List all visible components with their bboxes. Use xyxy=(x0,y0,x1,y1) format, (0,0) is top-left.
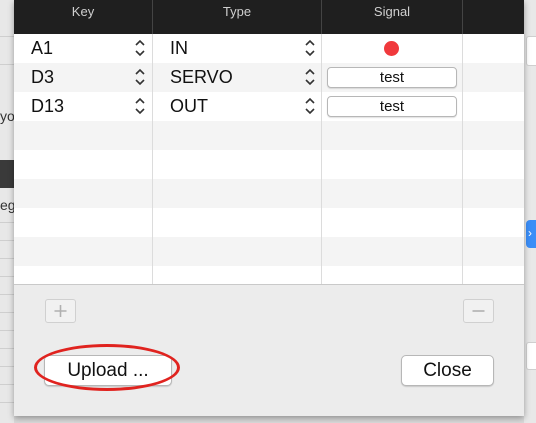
background-dark-bar xyxy=(0,160,14,188)
key-cell: D13 xyxy=(31,96,65,116)
minus-icon xyxy=(472,310,485,312)
key-stepper-icon[interactable] xyxy=(135,38,145,58)
table-row: D3 SERVO test xyxy=(14,63,524,92)
test-signal-button[interactable]: test xyxy=(327,96,457,117)
table-header: Key Type Signal xyxy=(14,0,524,34)
column-header-type[interactable]: Type xyxy=(153,0,321,34)
key-cell: D3 xyxy=(31,67,55,87)
key-stepper-icon[interactable] xyxy=(135,96,145,116)
signal-indicator-dot xyxy=(384,41,399,56)
add-row-button[interactable] xyxy=(45,299,76,323)
type-stepper-icon[interactable] xyxy=(305,38,315,58)
type-cell: IN xyxy=(170,38,188,58)
background-text: eg xyxy=(0,197,14,213)
pin-table: Key Type Signal A1 IN D3 SERVO test D13 … xyxy=(14,0,524,284)
background-text: yo xyxy=(0,108,14,124)
test-signal-button[interactable]: test xyxy=(327,67,457,88)
column-separator xyxy=(152,34,153,284)
column-header-signal[interactable]: Signal xyxy=(322,0,462,34)
type-stepper-icon[interactable] xyxy=(305,96,315,116)
background-blue-button: › xyxy=(526,220,536,248)
column-separator xyxy=(321,34,322,284)
type-cell: SERVO xyxy=(170,67,233,87)
highlight-annotation xyxy=(34,344,180,391)
empty-row xyxy=(14,266,524,284)
type-stepper-icon[interactable] xyxy=(305,67,315,87)
remove-row-button[interactable] xyxy=(463,299,494,323)
type-cell: OUT xyxy=(170,96,208,116)
pin-config-dialog: Key Type Signal A1 IN D3 SERVO test D13 … xyxy=(14,0,524,416)
empty-row xyxy=(14,237,524,266)
key-stepper-icon[interactable] xyxy=(135,67,145,87)
plus-icon xyxy=(54,305,67,317)
divider xyxy=(14,284,524,285)
column-separator xyxy=(462,0,463,34)
chevron-icon: › xyxy=(528,226,532,240)
empty-row xyxy=(14,179,524,208)
background-field xyxy=(526,342,536,370)
close-button[interactable]: Close xyxy=(401,355,494,386)
empty-row xyxy=(14,121,524,150)
table-row: A1 IN xyxy=(14,34,524,63)
column-header-key[interactable]: Key xyxy=(14,0,152,34)
key-cell: A1 xyxy=(31,38,54,58)
column-separator xyxy=(462,34,463,284)
empty-row xyxy=(14,208,524,237)
table-row: D13 OUT test xyxy=(14,92,524,121)
background-field xyxy=(526,36,536,66)
empty-row xyxy=(14,150,524,179)
